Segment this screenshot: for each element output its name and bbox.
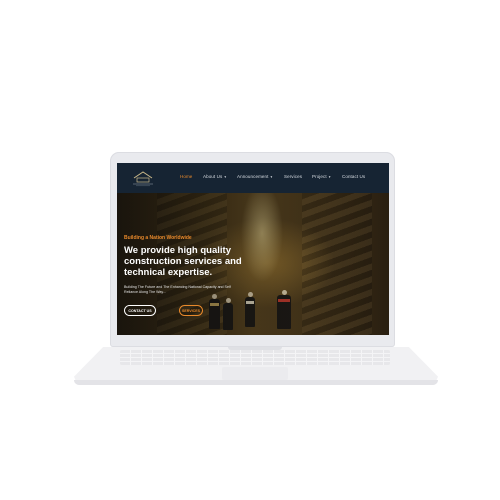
hero-title: We provide high quality construction ser… [124, 245, 242, 278]
services-button[interactable]: SERVICES [179, 305, 203, 316]
nav-item-project[interactable]: Project ▾ [312, 174, 331, 179]
site-navbar: Home About Us ▾ Announcement ▾ Services Pr… [117, 163, 389, 193]
laptop-base-edge [74, 380, 438, 385]
hero-description: Building The Future and The Enhancing Na… [124, 285, 231, 295]
nav-item-contact-us[interactable]: Contact Us [342, 174, 365, 179]
nav-item-services[interactable]: Services [284, 174, 302, 179]
hero-section: Building a Nation Worldwide We provide h… [117, 193, 389, 335]
contact-us-button[interactable]: CONTACT US [124, 305, 156, 316]
laptop-keyboard [120, 350, 390, 365]
chevron-down-icon: ▾ [224, 175, 227, 179]
nav-item-about-us[interactable]: About Us ▾ [203, 174, 226, 179]
chevron-down-icon: ▾ [328, 175, 331, 179]
nav-item-home[interactable]: Home [180, 174, 192, 179]
nav-item-announcement[interactable]: Announcement ▾ [237, 174, 272, 179]
laptop-trackpad [222, 367, 288, 380]
hero-subtitle: Building a Nation Worldwide [124, 235, 192, 241]
laptop-screen: Home About Us ▾ Announcement ▾ Services Pr… [117, 163, 389, 335]
chevron-down-icon: ▾ [270, 175, 273, 179]
company-logo[interactable] [129, 169, 157, 187]
